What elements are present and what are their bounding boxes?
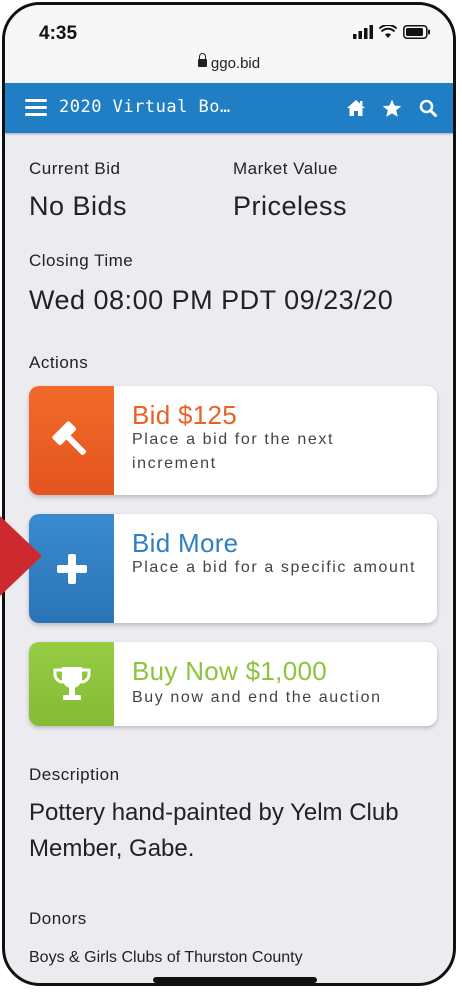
- bid-more-title: Bid More: [132, 528, 239, 558]
- closing-time-value: Wed 08:00 PM PDT 09/23/20: [29, 285, 394, 315]
- current-bid-label: Current Bid: [29, 159, 121, 178]
- star-icon[interactable]: [381, 97, 403, 119]
- nav-title: 2020 Virtual Bo…: [59, 97, 231, 117]
- lock-icon: [197, 53, 207, 67]
- phone-frame: 4:35 ggo.bid 2020 Virtual Bo… Current Bi…: [2, 2, 456, 986]
- current-bid-value: No Bids: [29, 191, 128, 221]
- system-icons: [353, 25, 431, 39]
- bid-more-button[interactable]: Bid More Place a bid for a specific amou…: [29, 514, 437, 623]
- wifi-icon: [379, 25, 397, 38]
- closing-time-label: Closing Time: [29, 251, 134, 270]
- status-bar: 4:35 ggo.bid: [5, 5, 453, 83]
- bid-increment-button[interactable]: Bid $125 Place a bid for the next increm…: [29, 386, 437, 495]
- url-bar[interactable]: ggo.bid: [5, 53, 453, 72]
- actions-label: Actions: [29, 353, 89, 372]
- signal-icon: [353, 25, 373, 39]
- trophy-icon: [29, 642, 114, 726]
- market-value-label: Market Value: [233, 159, 338, 178]
- market-value-value: Priceless: [233, 191, 348, 221]
- donors-label: Donors: [29, 909, 87, 928]
- bid-increment-subtitle: Place a bid for the next increment: [132, 431, 335, 472]
- status-time: 4:35: [39, 23, 78, 44]
- battery-icon: [403, 25, 430, 39]
- url-text: ggo.bid: [210, 55, 261, 72]
- nav-actions: [345, 97, 439, 119]
- home-indicator[interactable]: [153, 977, 317, 983]
- buy-now-title: Buy Now $1,000: [132, 656, 327, 686]
- menu-icon[interactable]: [25, 99, 47, 117]
- buy-now-subtitle: Buy now and end the auction: [132, 689, 382, 706]
- top-nav-bar: 2020 Virtual Bo…: [5, 83, 453, 133]
- search-icon[interactable]: [417, 97, 439, 119]
- description-label: Description: [29, 765, 120, 784]
- donors-text: Boys & Girls Clubs of Thurston County: [29, 949, 303, 966]
- home-icon[interactable]: [345, 97, 367, 119]
- buy-now-button[interactable]: Buy Now $1,000 Buy now and end the aucti…: [29, 642, 437, 726]
- bid-increment-title: Bid $125: [132, 400, 238, 430]
- bid-more-subtitle: Place a bid for a specific amount: [132, 559, 417, 576]
- description-text: Pottery hand-painted by Yelm Club Member…: [29, 799, 399, 862]
- gavel-icon: [29, 386, 114, 495]
- pointer-arrow: [0, 516, 42, 596]
